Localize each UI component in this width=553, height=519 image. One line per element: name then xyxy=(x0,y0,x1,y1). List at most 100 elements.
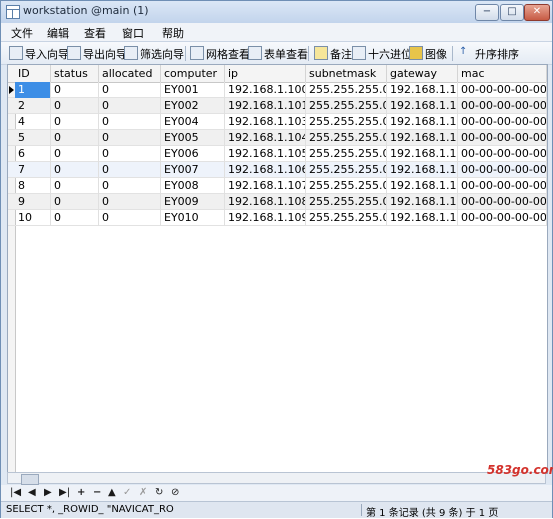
cell-status[interactable]: 0 xyxy=(51,162,99,178)
maximize-button[interactable]: □ xyxy=(500,4,524,21)
cell-gateway[interactable]: 192.168.1.1 xyxy=(387,82,458,98)
cell-id[interactable]: 8 xyxy=(15,178,51,194)
cell-computer[interactable]: EY008 xyxy=(161,178,225,194)
cell-mac[interactable]: 00-00-00-00-00-00 xyxy=(458,98,547,114)
cell-mac[interactable]: 00-00-00-00-00 xyxy=(458,178,547,194)
cell-status[interactable]: 0 xyxy=(51,194,99,210)
cell-computer[interactable]: EY002 xyxy=(161,98,225,114)
cell-ip[interactable]: 192.168.1.109 xyxy=(225,210,306,226)
cell-gateway[interactable]: 192.168.1.1 xyxy=(387,98,458,114)
discard-changes-icon[interactable]: ✗ xyxy=(139,487,147,498)
cell-computer[interactable]: EY006 xyxy=(161,146,225,162)
cell-gateway[interactable]: 192.168.1.1 xyxy=(387,146,458,162)
cell-ip[interactable]: 192.168.1.107 xyxy=(225,178,306,194)
column-header-computer[interactable]: computer xyxy=(161,65,225,82)
delete-record-icon[interactable]: − xyxy=(93,487,101,498)
sort-ascending-button[interactable]: ↑ 升序排序 xyxy=(459,45,519,61)
cell-computer[interactable]: EY010 xyxy=(161,210,225,226)
cell-status[interactable]: 0 xyxy=(51,130,99,146)
cell-id[interactable]: 7 xyxy=(15,162,51,178)
cell-subnetmask[interactable]: 255.255.255.0 xyxy=(306,194,387,210)
cell-allocated[interactable]: 0 xyxy=(99,82,161,98)
cell-allocated[interactable]: 0 xyxy=(99,130,161,146)
menu-view[interactable]: 查看 xyxy=(84,25,106,41)
cell-gateway[interactable]: 192.168.1.1 xyxy=(387,194,458,210)
cell-allocated[interactable]: 0 xyxy=(99,98,161,114)
column-header-allocated[interactable]: allocated xyxy=(99,65,161,82)
column-header-ip[interactable]: ip xyxy=(225,65,306,82)
cell-ip[interactable]: 192.168.1.104 xyxy=(225,130,306,146)
cell-allocated[interactable]: 0 xyxy=(99,210,161,226)
cell-id[interactable]: 10 xyxy=(15,210,51,226)
menu-window[interactable]: 窗口 xyxy=(122,25,144,41)
cell-mac[interactable]: 00-00-00-00-00-00 xyxy=(458,82,547,98)
cell-allocated[interactable]: 0 xyxy=(99,146,161,162)
import-wizard-button[interactable]: 导入向导 xyxy=(9,45,69,61)
cell-mac[interactable]: 00-00-00-00-00-00 xyxy=(458,210,547,226)
data-grid[interactable]: ID status allocated computer ip subnetma… xyxy=(7,64,548,474)
cell-mac[interactable]: 00-00-00-00-00-00 xyxy=(458,146,547,162)
cell-gateway[interactable]: 192.168.1.1 xyxy=(387,162,458,178)
table-row[interactable]: 2 0 0 EY002 192.168.1.101 255.255.255.0 192.16… xyxy=(8,98,547,114)
minimize-button[interactable]: − xyxy=(475,4,499,21)
table-row[interactable]: 7 0 0 EY007 192.168.1.106 255.255.255.0 192.16… xyxy=(8,162,547,178)
column-header-id[interactable]: ID xyxy=(15,65,51,82)
cell-subnetmask[interactable]: 255.255.255.0 xyxy=(306,146,387,162)
refresh-icon[interactable]: ↻ xyxy=(155,487,163,498)
cell-allocated[interactable]: 0 xyxy=(99,162,161,178)
table-row[interactable]: 1 0 0 EY001 192.168.1.100 255.255.255.0 192.16… xyxy=(8,82,547,98)
form-view-button[interactable]: 表单查看 xyxy=(248,45,308,61)
cell-id[interactable]: 9 xyxy=(15,194,51,210)
cell-computer[interactable]: EY009 xyxy=(161,194,225,210)
scrollbar-thumb[interactable] xyxy=(21,474,39,485)
horizontal-scrollbar[interactable] xyxy=(7,472,546,485)
cell-gateway[interactable]: 192.168.1.1 xyxy=(387,178,458,194)
hex-button[interactable]: 十六进位 xyxy=(352,45,412,61)
last-record-icon[interactable]: ▶| xyxy=(59,487,70,498)
cell-subnetmask[interactable]: 255.255.255.0 xyxy=(306,114,387,130)
table-row[interactable]: 5 0 0 EY005 192.168.1.104 255.255.255.0 192.16… xyxy=(8,130,547,146)
cell-subnetmask[interactable]: 255.255.255.0 xyxy=(306,98,387,114)
cell-allocated[interactable]: 0 xyxy=(99,114,161,130)
table-row[interactable]: 4 0 0 EY004 192.168.1.103 255.255.255.0 192.16… xyxy=(8,114,547,130)
filter-wizard-button[interactable]: 筛选向导 xyxy=(124,45,184,61)
cell-ip[interactable]: 192.168.1.100 xyxy=(225,82,306,98)
column-header-subnetmask[interactable]: subnetmask xyxy=(306,65,387,82)
cell-id[interactable]: 5 xyxy=(15,130,51,146)
next-record-icon[interactable]: ▶ xyxy=(44,487,52,498)
cell-computer[interactable]: EY007 xyxy=(161,162,225,178)
cell-status[interactable]: 0 xyxy=(51,114,99,130)
cell-gateway[interactable]: 192.168.1.1 xyxy=(387,114,458,130)
first-record-icon[interactable]: |◀ xyxy=(10,487,21,498)
cell-allocated[interactable]: 0 xyxy=(99,178,161,194)
cell-subnetmask[interactable]: 255.255.255.0 xyxy=(306,178,387,194)
cell-ip[interactable]: 192.168.1.101 xyxy=(225,98,306,114)
grid-view-button[interactable]: 网格查看 xyxy=(190,45,250,61)
cell-subnetmask[interactable]: 255.255.255.0 xyxy=(306,130,387,146)
menu-edit[interactable]: 编辑 xyxy=(47,25,69,41)
cell-subnetmask[interactable]: 255.255.255.0 xyxy=(306,162,387,178)
cell-gateway[interactable]: 192.168.1.1 xyxy=(387,210,458,226)
cell-allocated[interactable]: 0 xyxy=(99,194,161,210)
cell-id[interactable]: 6 xyxy=(15,146,51,162)
cell-subnetmask[interactable]: 255.255.255.0 xyxy=(306,82,387,98)
cell-computer[interactable]: EY004 xyxy=(161,114,225,130)
cell-status[interactable]: 0 xyxy=(51,146,99,162)
table-row[interactable]: 8 0 0 EY008 192.168.1.107 255.255.255.0 192.16… xyxy=(8,178,547,194)
cell-computer[interactable]: EY001 xyxy=(161,82,225,98)
memo-button[interactable]: 备注 xyxy=(314,45,352,61)
column-header-mac[interactable]: mac xyxy=(458,65,547,82)
cell-ip[interactable]: 192.168.1.105 xyxy=(225,146,306,162)
column-header-gateway[interactable]: gateway xyxy=(387,65,458,82)
cell-subnetmask[interactable]: 255.255.255.0 xyxy=(306,210,387,226)
image-button[interactable]: 图像 xyxy=(409,45,447,61)
column-header-status[interactable]: status xyxy=(51,65,99,82)
stop-icon[interactable]: ⊘ xyxy=(171,487,179,498)
cell-mac[interactable]: 00-00-00-00-00-00 xyxy=(458,194,547,210)
cell-status[interactable]: 0 xyxy=(51,82,99,98)
cell-mac[interactable]: 00-00-00-00-00-00 xyxy=(458,114,547,130)
export-wizard-button[interactable]: 导出向导 xyxy=(67,45,127,61)
table-row[interactable]: 9 0 0 EY009 192.168.1.108 255.255.255.0 192.16… xyxy=(8,194,547,210)
add-record-icon[interactable]: + xyxy=(77,487,85,498)
edit-record-icon[interactable]: ▲ xyxy=(108,487,116,498)
